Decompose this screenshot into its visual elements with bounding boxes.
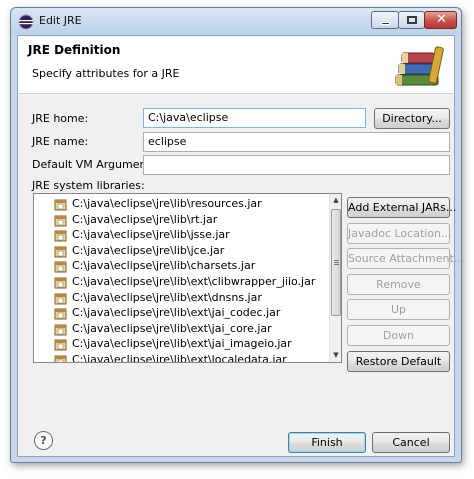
library-path: C:\java\eclipse\jre\lib\resources.jar (72, 197, 262, 210)
jar-file-icon (54, 276, 68, 289)
add-external-jars-button[interactable]: Add External JARs... (347, 197, 456, 218)
jar-file-icon (54, 229, 68, 242)
jar-file-icon (54, 292, 68, 305)
books-icon (395, 46, 444, 86)
remove-button[interactable]: Remove (347, 274, 450, 295)
cancel-button[interactable]: Cancel (372, 432, 450, 453)
title-area: JRE Definition Specify attributes for a … (18, 36, 454, 94)
jar-file-icon (54, 214, 68, 227)
library-path: C:\java\eclipse\jre\lib\ext\dnsns.jar (72, 290, 262, 304)
jar-file-icon (54, 307, 68, 320)
library-path: C:\java\eclipse\jre\lib\charsets.jar (72, 259, 256, 273)
jar-file-icon (54, 323, 68, 336)
vm-arguments-field[interactable] (143, 155, 450, 175)
minimize-icon (381, 22, 390, 25)
vm-arguments-label: Default VM Arguments: (32, 158, 161, 171)
javadoc-location-button[interactable]: Javadoc Location... (347, 223, 452, 244)
jre-home-label: JRE home: (32, 112, 89, 125)
scroll-down-icon[interactable]: ▼ (332, 351, 340, 359)
close-icon: ✕ (436, 12, 447, 27)
library-path: C:\java\eclipse\jre\lib\jsse.jar (72, 228, 230, 242)
close-button[interactable]: ✕ (424, 11, 457, 29)
eclipse-app-icon (18, 14, 34, 30)
window-title: Edit JRE (39, 14, 82, 27)
down-button[interactable]: Down (347, 325, 450, 346)
help-icon[interactable]: ? (34, 431, 53, 450)
library-path: C:\java\eclipse\jre\lib\ext\jai_codec.ja… (72, 306, 281, 320)
jre-name-label: JRE name: (32, 135, 89, 148)
page-description: Specify attributes for a JRE (32, 67, 180, 80)
jar-file-icon (54, 354, 68, 362)
scroll-up-icon[interactable]: ▲ (332, 196, 340, 204)
finish-button[interactable]: Finish (288, 432, 366, 453)
title-bar[interactable]: Edit JRE ✕ (11, 8, 461, 34)
minimize-button[interactable] (371, 11, 399, 29)
maximize-icon (407, 16, 417, 24)
library-list-scrollbar[interactable]: ▲ ▼ (329, 194, 341, 362)
jre-home-field[interactable]: C:\java\eclipse (143, 108, 366, 128)
dialog-content: JRE Definition Specify attributes for a … (17, 35, 464, 457)
restore-default-button[interactable]: Restore Default (347, 351, 450, 372)
jre-name-field[interactable]: eclipse (143, 132, 450, 152)
page-title: JRE Definition (28, 43, 121, 57)
library-path: C:\java\eclipse\jre\lib\rt.jar (72, 212, 218, 226)
edit-jre-dialog: Edit JRE ✕ JRE Definition Specify attrib… (10, 7, 464, 463)
libraries-label: JRE system libraries: (32, 179, 145, 192)
library-path: C:\java\eclipse\jre\lib\ext\localedata.j… (72, 353, 287, 363)
up-button[interactable]: Up (347, 299, 450, 320)
library-list[interactable]: C:\java\eclipse\jre\lib\resources.jar C:\… (33, 193, 342, 363)
library-path: C:\java\eclipse\jre\lib\ext\clibwrapper_… (72, 275, 316, 288)
source-attachment-button[interactable]: Source Attachment... (347, 248, 464, 269)
jar-file-icon (54, 245, 68, 258)
library-path: C:\java\eclipse\jre\lib\ext\jai_core.jar (72, 321, 272, 335)
jar-file-icon (54, 338, 68, 351)
directory-button[interactable]: Directory... (374, 108, 450, 129)
jar-file-icon (54, 260, 68, 273)
library-path: C:\java\eclipse\jre\lib\ext\jai_imageio.… (72, 337, 292, 351)
maximize-button[interactable] (398, 11, 425, 29)
jar-file-icon (54, 198, 68, 211)
library-path: C:\java\eclipse\jre\lib\jce.jar (72, 243, 225, 257)
scrollbar-thumb[interactable] (331, 209, 341, 316)
